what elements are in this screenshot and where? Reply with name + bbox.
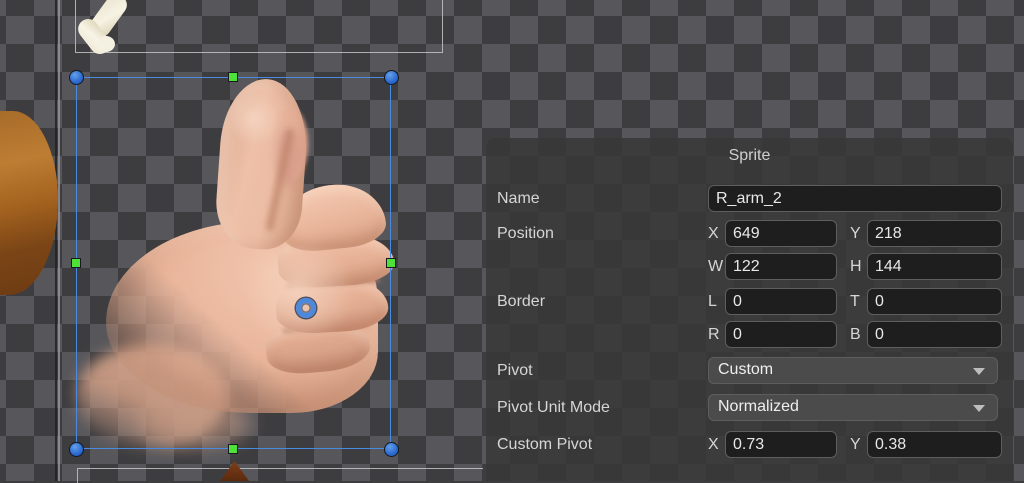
border-l-prefix: L [708,288,725,315]
custom-pivot-y-input[interactable] [867,431,1002,458]
position-x-prefix: X [708,220,725,247]
border-label: Border [497,288,545,315]
pivot-unit-mode-dropdown[interactable]: Normalized [708,394,998,421]
pivot-marker[interactable] [296,298,316,318]
pivot-unit-mode-label: Pivot Unit Mode [497,394,610,421]
position-row-wh: W H [486,253,1013,280]
pivot-dropdown[interactable]: Custom [708,357,998,384]
position-h-input[interactable] [867,253,1002,280]
border-b-prefix: B [850,321,867,348]
selection-handle-right-mid[interactable] [386,258,396,268]
position-h-prefix: H [850,253,867,280]
selection-handle-bottom-mid[interactable] [228,444,238,454]
chevron-down-icon [973,405,985,412]
border-row-lt: Border L T [486,288,1013,315]
pivot-label: Pivot [497,357,533,384]
position-y-prefix: Y [850,220,867,247]
pivot-row: Pivot Custom [486,357,1013,384]
custom-pivot-row: Custom Pivot X Y [486,431,1013,458]
border-t-input[interactable] [867,288,1002,315]
selection-handle-top-mid[interactable] [228,72,238,82]
border-row-rb: R B [486,321,1013,348]
pivot-unit-mode-dropdown-value: Normalized [718,398,799,415]
pivot-dropdown-value: Custom [718,361,773,378]
position-label: Position [497,220,554,247]
pivot-unit-mode-row: Pivot Unit Mode Normalized [486,394,1013,421]
custom-pivot-label: Custom Pivot [497,431,592,458]
border-rb-fields: R B [708,321,1002,348]
selection-handle-bottom-right[interactable] [384,442,399,457]
position-y-input[interactable] [867,220,1002,247]
border-l-input[interactable] [725,288,837,315]
panel-title: Sprite [486,145,1013,167]
position-wh-fields: W H [708,253,1002,280]
position-xy-fields: X Y [708,220,1002,247]
name-label: Name [497,185,540,212]
custom-pivot-fields: X Y [708,431,1002,458]
sprite-panel: Sprite Name Position X Y W H Border L T [486,138,1013,481]
position-w-input[interactable] [725,253,837,280]
custom-pivot-x-input[interactable] [725,431,837,458]
selection-handle-bottom-left[interactable] [69,442,84,457]
border-b-input[interactable] [867,321,1002,348]
sprite-selection-rect[interactable] [76,77,391,449]
border-t-prefix: T [850,288,867,315]
custom-pivot-x-prefix: X [708,431,725,458]
border-r-input[interactable] [725,321,837,348]
custom-pivot-y-prefix: Y [850,431,867,458]
name-row: Name [486,185,1013,212]
border-r-prefix: R [708,321,725,348]
border-lt-fields: L T [708,288,1002,315]
position-w-prefix: W [708,253,725,280]
position-row-xy: Position X Y [486,220,1013,247]
selection-handle-top-right[interactable] [384,70,399,85]
name-input[interactable] [708,185,1002,212]
selection-handle-top-left[interactable] [69,70,84,85]
selection-handle-left-mid[interactable] [71,258,81,268]
chevron-down-icon [973,368,985,375]
position-x-input[interactable] [725,220,837,247]
